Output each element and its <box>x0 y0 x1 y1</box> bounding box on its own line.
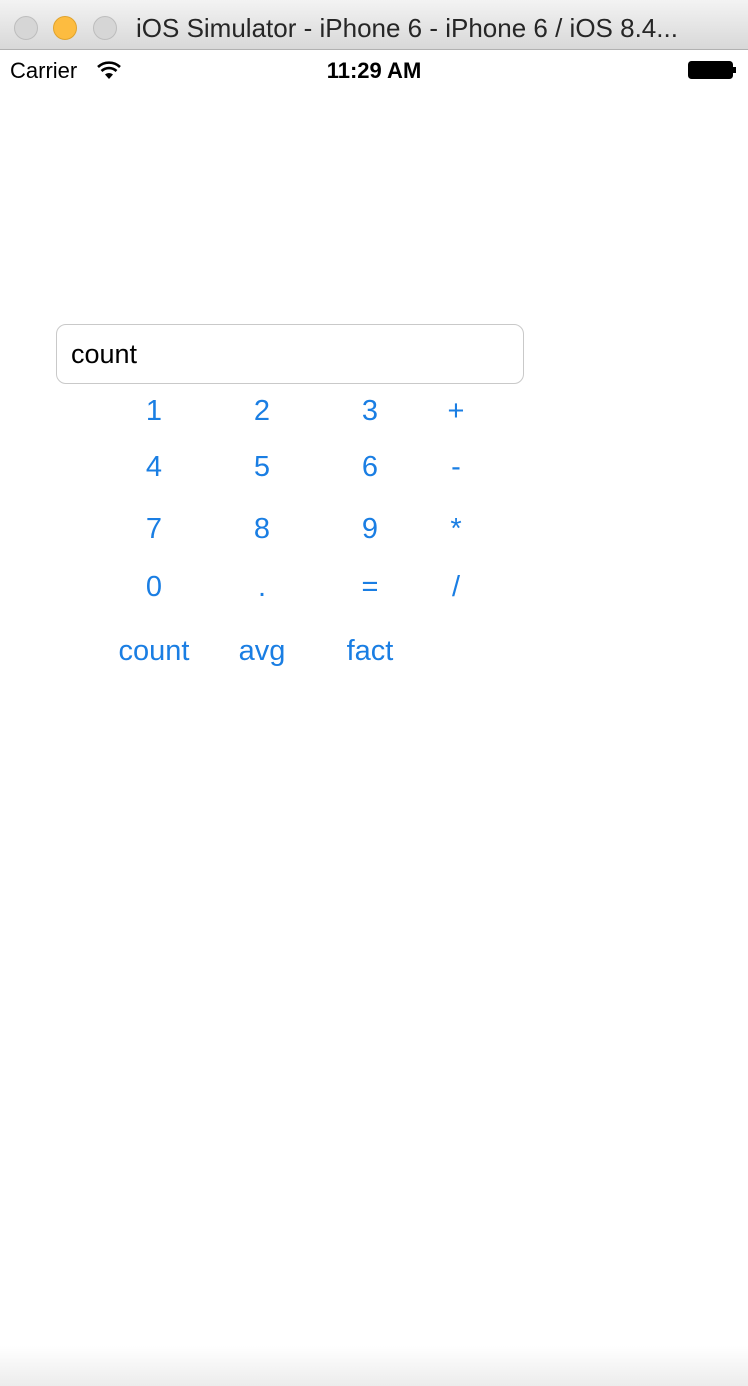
key-9[interactable]: 9 <box>325 504 415 554</box>
key-2[interactable]: 2 <box>217 386 307 436</box>
key-decimal[interactable]: . <box>217 562 307 612</box>
avg-button[interactable]: avg <box>207 626 317 676</box>
key-4[interactable]: 4 <box>109 442 199 492</box>
key-1[interactable]: 1 <box>109 386 199 436</box>
bottom-edge-shade <box>0 1346 748 1386</box>
close-window-button[interactable] <box>14 16 38 40</box>
window-title: iOS Simulator - iPhone 6 - iPhone 6 / iO… <box>136 13 678 43</box>
calculator-display-field[interactable]: count <box>56 324 524 384</box>
key-8[interactable]: 8 <box>217 504 307 554</box>
status-time: 11:29 AM <box>326 58 422 83</box>
key-plus[interactable]: + <box>411 386 501 436</box>
zoom-window-button[interactable] <box>93 16 117 40</box>
key-equals[interactable]: = <box>325 562 415 612</box>
key-7[interactable]: 7 <box>109 504 199 554</box>
key-divide[interactable]: / <box>411 562 501 612</box>
key-3[interactable]: 3 <box>325 386 415 436</box>
key-minus[interactable]: - <box>411 442 501 492</box>
key-0[interactable]: 0 <box>109 562 199 612</box>
window-titlebar: iOS Simulator - iPhone 6 - iPhone 6 / iO… <box>0 0 748 50</box>
minimize-window-button[interactable] <box>53 16 77 40</box>
key-5[interactable]: 5 <box>217 442 307 492</box>
fact-button[interactable]: fact <box>315 626 425 676</box>
key-multiply[interactable]: * <box>411 504 501 554</box>
key-6[interactable]: 6 <box>325 442 415 492</box>
status-bar: Carrier 11:29 AM <box>0 50 748 92</box>
count-button[interactable]: count <box>99 626 209 676</box>
battery-icon <box>688 61 736 79</box>
